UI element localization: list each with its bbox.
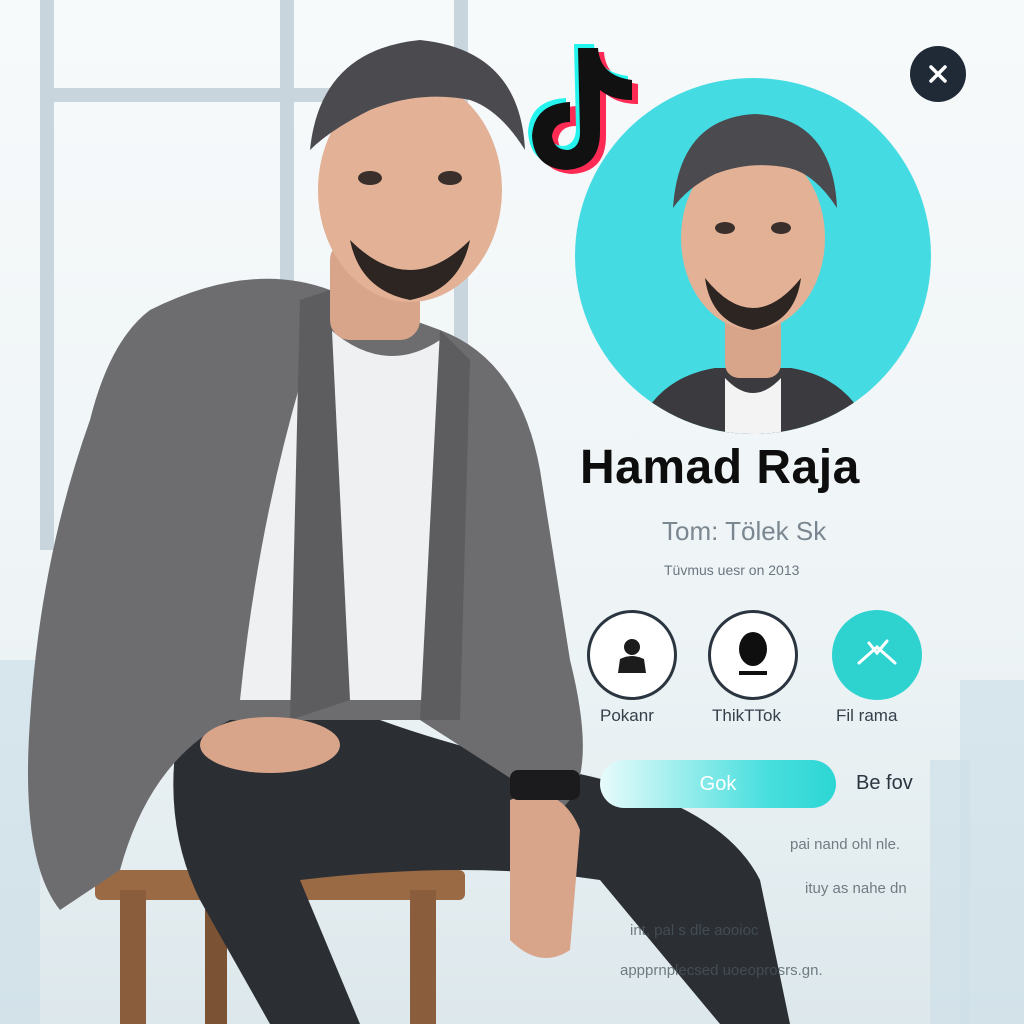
profile-avatar[interactable] (575, 78, 931, 434)
action-label-1: Pokanr (600, 706, 654, 725)
bio-line: int, pal s dle aooioc (630, 922, 759, 939)
close-button[interactable] (910, 46, 966, 102)
profile-name: Hamad Raja (580, 441, 860, 494)
close-icon (929, 65, 947, 83)
action-button-1[interactable] (587, 610, 677, 700)
avatar-portrait (635, 114, 871, 434)
follow-button[interactable]: Gok (600, 760, 836, 808)
profile-handle: Tom: Tölek Sk (662, 516, 827, 546)
bio-line: pai nand ohl nle. (790, 836, 901, 853)
action-button-2[interactable] (708, 610, 798, 700)
side-link[interactable]: Be fov (856, 772, 913, 795)
action-label-2: ThikTTok (712, 706, 781, 725)
action-button-3[interactable] (832, 610, 922, 700)
bio-line: appprnplecsed uoeoprosrs.gn. (620, 962, 823, 979)
person-icon (618, 639, 646, 673)
profile-meta: Tüvmus uesr on 2013 (664, 562, 800, 578)
bio-line: ituy as nahe dn (805, 880, 907, 897)
x-icon (857, 639, 897, 665)
follow-button-label: Gok (699, 772, 737, 795)
silhouette-icon (739, 632, 767, 675)
action-label-3: Fil rama (836, 706, 898, 725)
